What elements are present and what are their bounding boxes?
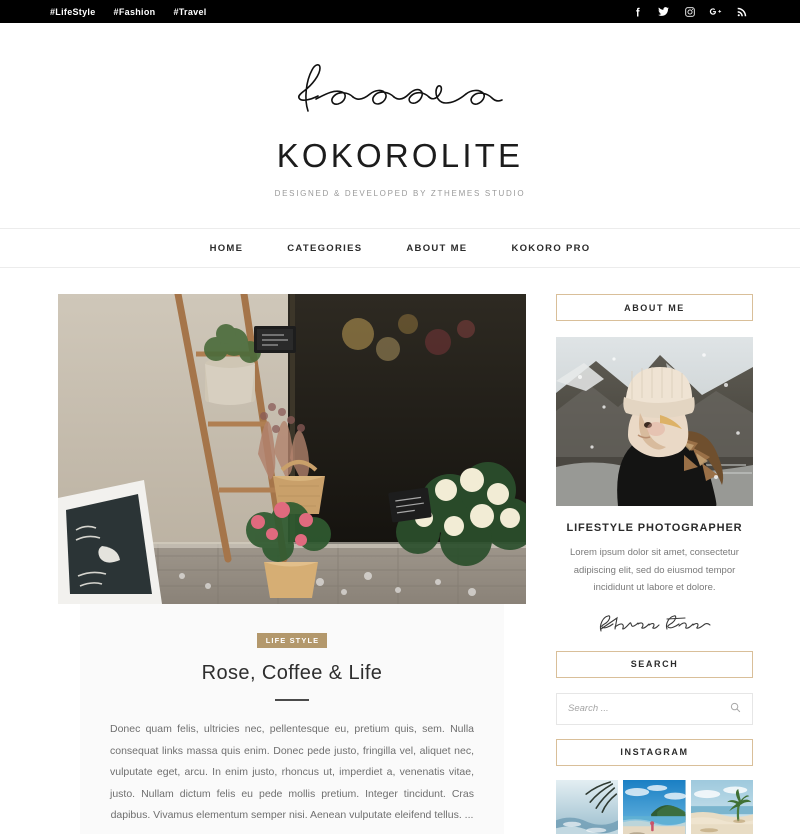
instagram-thumb[interactable] bbox=[556, 779, 619, 834]
search-form bbox=[556, 692, 753, 725]
site-tagline: DESIGNED & DEVELOPED BY ZTHEMES STUDIO bbox=[274, 189, 526, 198]
widget-title-about-me: ABOUT ME bbox=[556, 294, 753, 321]
primary-navigation: HOME CATEGORIES ABOUT ME KOKORO PRO bbox=[0, 228, 800, 268]
search-input[interactable] bbox=[568, 703, 730, 715]
post-title[interactable]: Rose, Coffee & Life bbox=[106, 662, 478, 685]
about-me-photo bbox=[556, 337, 753, 506]
social-links bbox=[631, 5, 786, 18]
content-wrapper: LIFE STYLE Rose, Coffee & Life Donec qua… bbox=[0, 268, 800, 834]
post-category-badge[interactable]: LIFE STYLE bbox=[256, 633, 328, 648]
page-title: KOKOROLITE bbox=[276, 137, 524, 174]
main-content: LIFE STYLE Rose, Coffee & Life Donec qua… bbox=[58, 294, 526, 834]
topbar-tag-travel[interactable]: #Travel bbox=[173, 7, 206, 17]
search-icon bbox=[730, 701, 741, 716]
sidebar: ABOUT ME LIFESTYLE PHOTOGRAPHER Lorem ip… bbox=[556, 294, 753, 834]
post-excerpt: Donec quam felis, ultricies nec, pellent… bbox=[110, 723, 474, 822]
nav-item-kokoro-pro[interactable]: KOKORO PRO bbox=[511, 243, 590, 254]
widget-title-instagram: INSTAGRAM bbox=[556, 738, 753, 766]
site-logo[interactable] bbox=[0, 59, 800, 121]
site-header: KOKOROLITE DESIGNED & DEVELOPED BY ZTHEM… bbox=[0, 23, 800, 228]
google-plus-icon[interactable] bbox=[709, 5, 722, 18]
widget-title-search: SEARCH bbox=[556, 650, 753, 678]
title-divider bbox=[275, 699, 309, 701]
facebook-icon[interactable] bbox=[631, 5, 644, 18]
instagram-grid bbox=[556, 779, 753, 834]
topbar-tag-list: #LifeStyle #Fashion #Travel bbox=[50, 7, 207, 17]
post-card: LIFE STYLE Rose, Coffee & Life Donec qua… bbox=[80, 604, 504, 834]
widget-instagram: INSTAGRAM bbox=[556, 738, 753, 834]
topbar-tag-lifestyle[interactable]: #LifeStyle bbox=[50, 7, 96, 17]
topbar: #LifeStyle #Fashion #Travel bbox=[0, 0, 800, 23]
about-me-heading: LIFESTYLE PHOTOGRAPHER bbox=[566, 522, 743, 534]
instagram-thumb[interactable] bbox=[623, 779, 686, 834]
twitter-icon[interactable] bbox=[657, 5, 670, 18]
search-button[interactable] bbox=[730, 701, 741, 716]
widget-search: SEARCH bbox=[556, 650, 753, 725]
post-featured-image[interactable] bbox=[58, 294, 526, 604]
signature-image bbox=[556, 611, 753, 637]
topbar-tag-fashion[interactable]: #Fashion bbox=[114, 7, 156, 17]
about-me-text: Lorem ipsum dolor sit amet, consectetur … bbox=[570, 547, 739, 594]
rss-icon[interactable] bbox=[735, 5, 748, 18]
instagram-thumb[interactable] bbox=[690, 779, 753, 834]
widget-about-me: ABOUT ME LIFESTYLE PHOTOGRAPHER Lorem ip… bbox=[556, 294, 753, 637]
instagram-icon[interactable] bbox=[683, 5, 696, 18]
nav-item-home[interactable]: HOME bbox=[210, 243, 244, 254]
nav-item-categories[interactable]: CATEGORIES bbox=[287, 243, 362, 254]
nav-item-about-me[interactable]: ABOUT ME bbox=[406, 243, 467, 254]
